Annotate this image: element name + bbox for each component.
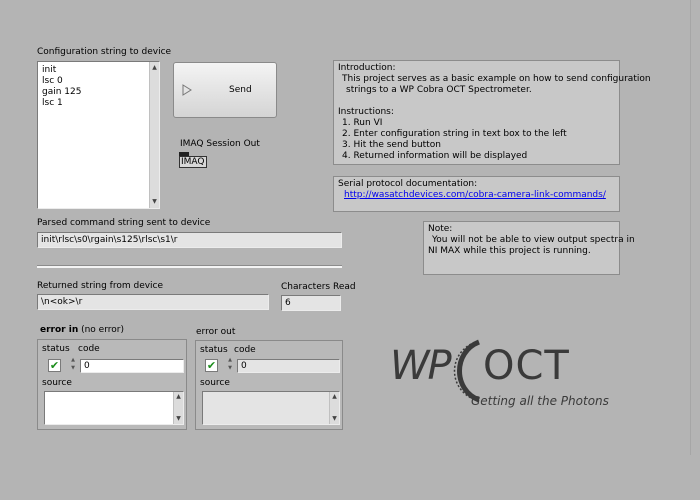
config-line: gain 125 [42,87,82,97]
parsed-indicator: init\rlsc\s0\rgain\s125\rlsc\s1\r [37,232,342,248]
returned-indicator: \n<ok>\r [37,294,269,310]
scroll-down-icon[interactable]: ▼ [330,415,339,423]
serial-box: Serial protocol documentation: http://wa… [333,176,620,212]
error-out-status-label: status [200,345,228,355]
scroll-up-icon[interactable]: ▲ [330,393,339,401]
serial-title: Serial protocol documentation: [338,179,478,189]
note-line-2: NI MAX while this project is running. [428,246,591,256]
error-out-source-label: source [200,378,230,388]
serial-doc-link[interactable]: http://wasatchdevices.com/cobra-camera-l… [344,190,606,200]
error-in-code-input[interactable]: 0 [80,359,184,373]
spin-down-icon: ▼ [228,365,232,371]
instruction-step: 4. Returned information will be displaye… [342,151,528,161]
chars-read-indicator: 6 [281,295,341,311]
config-lines: init lsc 0 gain 125 lsc 1 [42,65,81,109]
panel-edge [690,0,691,455]
instruction-step: 1. Run VI [342,118,383,128]
logo-product: OCT [483,343,570,389]
scroll-up-icon[interactable]: ▲ [150,64,159,72]
error-in-source-scrollbar[interactable]: ▲ ▼ [173,392,183,424]
note-title: Note: [428,224,453,234]
logo-brand: WP [390,343,452,389]
error-out-source-scrollbar[interactable]: ▲ ▼ [329,392,339,424]
error-out-cluster: status code ✔ ▲ ▼ 0 source ▲ ▼ [195,340,343,430]
spin-down-icon[interactable]: ▼ [69,366,77,371]
error-out-code-label: code [234,345,256,355]
scroll-up-icon[interactable]: ▲ [174,393,183,401]
error-out-label: error out [196,327,236,337]
instructions-title: Instructions: [338,107,394,117]
instruction-step: 2. Enter configuration string in text bo… [342,129,567,139]
note-line-1: You will not be able to view output spec… [432,235,635,245]
config-line: lsc 1 [42,98,63,108]
imaq-indicator: IMAQ [179,156,207,168]
check-icon[interactable]: ✔ [48,359,61,372]
config-textarea[interactable]: init lsc 0 gain 125 lsc 1 ▲ ▼ [37,61,160,209]
config-line: init [42,65,57,75]
intro-body-1: This project serves as a basic example o… [342,74,651,84]
intro-body-2: strings to a WP Cobra OCT Spectrometer. [346,85,532,95]
error-in-status-label: status [42,344,70,354]
config-scrollbar[interactable]: ▲ ▼ [149,62,159,208]
error-out-source-field: ▲ ▼ [202,391,340,425]
play-arrow-icon [182,84,192,96]
returned-label: Returned string from device [37,281,164,291]
config-line: lsc 0 [42,76,63,86]
wp-oct-logo: WP OCT Getting all the Photons [385,338,625,418]
send-label: Send [229,85,252,95]
spin-up-icon[interactable]: ▲ [69,358,77,363]
error-in-source-label: source [42,378,72,388]
spin-up-icon: ▲ [228,357,232,363]
chars-read-label: Characters Read [281,282,356,292]
parsed-label: Parsed command string sent to device [37,218,211,228]
divider [37,265,342,268]
send-button[interactable]: Send [173,62,277,118]
logo-tagline: Getting all the Photons [471,394,609,408]
error-in-cluster: status code ✔ ▲ ▼ 0 source ▲ ▼ [37,339,187,430]
imaq-label: IMAQ Session Out [180,139,260,149]
instruction-step: 3. Hit the send button [342,140,441,150]
config-label: Configuration string to device [37,47,172,57]
error-in-code-label: code [78,344,100,354]
scroll-down-icon[interactable]: ▼ [174,415,183,423]
error-in-source-field[interactable]: ▲ ▼ [44,391,184,425]
check-icon: ✔ [205,359,218,372]
note-box: Note: You will not be able to view outpu… [423,221,635,275]
error-in-label-bold: error in [40,325,79,335]
error-in-label: error in (no error) [40,325,124,335]
error-out-code-indicator: 0 [237,359,340,373]
error-in-label-suffix: (no error) [78,325,124,335]
scroll-down-icon[interactable]: ▼ [150,198,159,206]
intro-box: Introduction: This project serves as a b… [333,60,651,165]
intro-title: Introduction: [338,63,396,73]
